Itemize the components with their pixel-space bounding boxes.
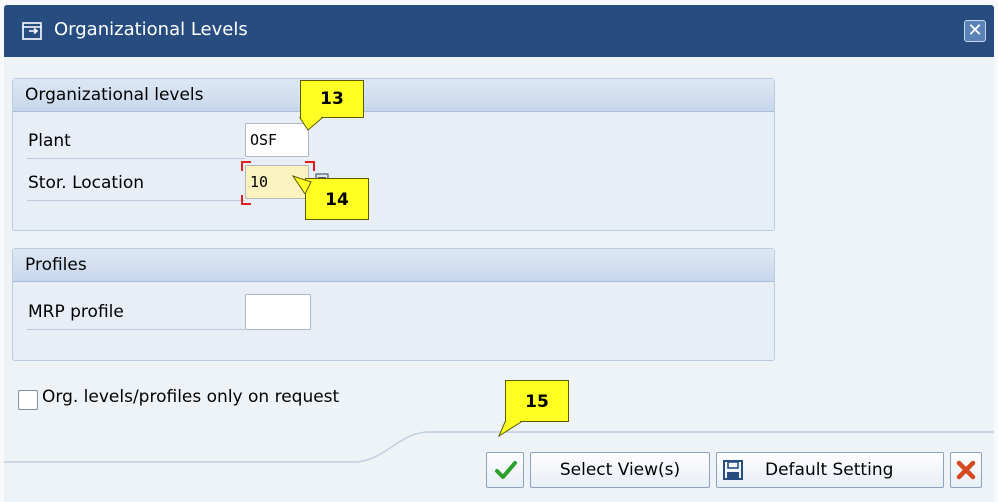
callout-15-pointer: [497, 420, 523, 438]
focus-bracket-tl: [241, 161, 251, 171]
plant-label: Plant: [28, 131, 71, 151]
default-setting-label: Default Setting: [765, 460, 894, 480]
focus-bracket-tr: [305, 161, 315, 171]
profiles-group: Profiles MRP profile: [12, 248, 775, 361]
org-levels-group: Organizational levels Plant OSF Stor. Lo…: [12, 78, 775, 231]
callout-13: 13: [299, 80, 364, 131]
confirm-button[interactable]: [486, 452, 524, 488]
save-icon: [723, 460, 743, 480]
org-levels-header: Organizational levels: [13, 79, 774, 112]
select-views-label: Select View(s): [559, 460, 681, 480]
callout-13-pointer: [299, 116, 324, 131]
cancel-button[interactable]: [950, 452, 982, 488]
select-views-button[interactable]: Select View(s): [530, 452, 710, 488]
org-levels-checkbox[interactable]: [18, 390, 38, 410]
mrp-profile-separator: [27, 329, 245, 330]
title-bar: Organizational Levels ✕: [4, 5, 994, 57]
plant-separator: [27, 158, 245, 159]
mrp-profile-input[interactable]: [245, 294, 311, 330]
org-levels-checkbox-label: Org. levels/profiles only on request: [42, 387, 340, 407]
dialog-window: Organizational Levels ✕ Organizational l…: [0, 0, 998, 502]
default-setting-button[interactable]: Default Setting: [716, 452, 944, 488]
focus-bracket-bl: [241, 195, 251, 205]
stor-location-label: Stor. Location: [28, 173, 144, 193]
cancel-icon: [956, 460, 976, 480]
profiles-header: Profiles: [13, 249, 774, 282]
close-button[interactable]: ✕: [964, 20, 986, 42]
dialog-icon: [22, 22, 42, 40]
check-icon: [495, 461, 517, 479]
callout-14-pointer: [291, 175, 312, 194]
window-title: Organizational Levels: [54, 19, 248, 40]
close-icon: ✕: [967, 20, 983, 41]
stor-location-separator: [27, 200, 245, 201]
callout-15: 15: [497, 380, 569, 438]
mrp-profile-label: MRP profile: [28, 302, 124, 322]
callout-14: 14: [291, 175, 369, 220]
